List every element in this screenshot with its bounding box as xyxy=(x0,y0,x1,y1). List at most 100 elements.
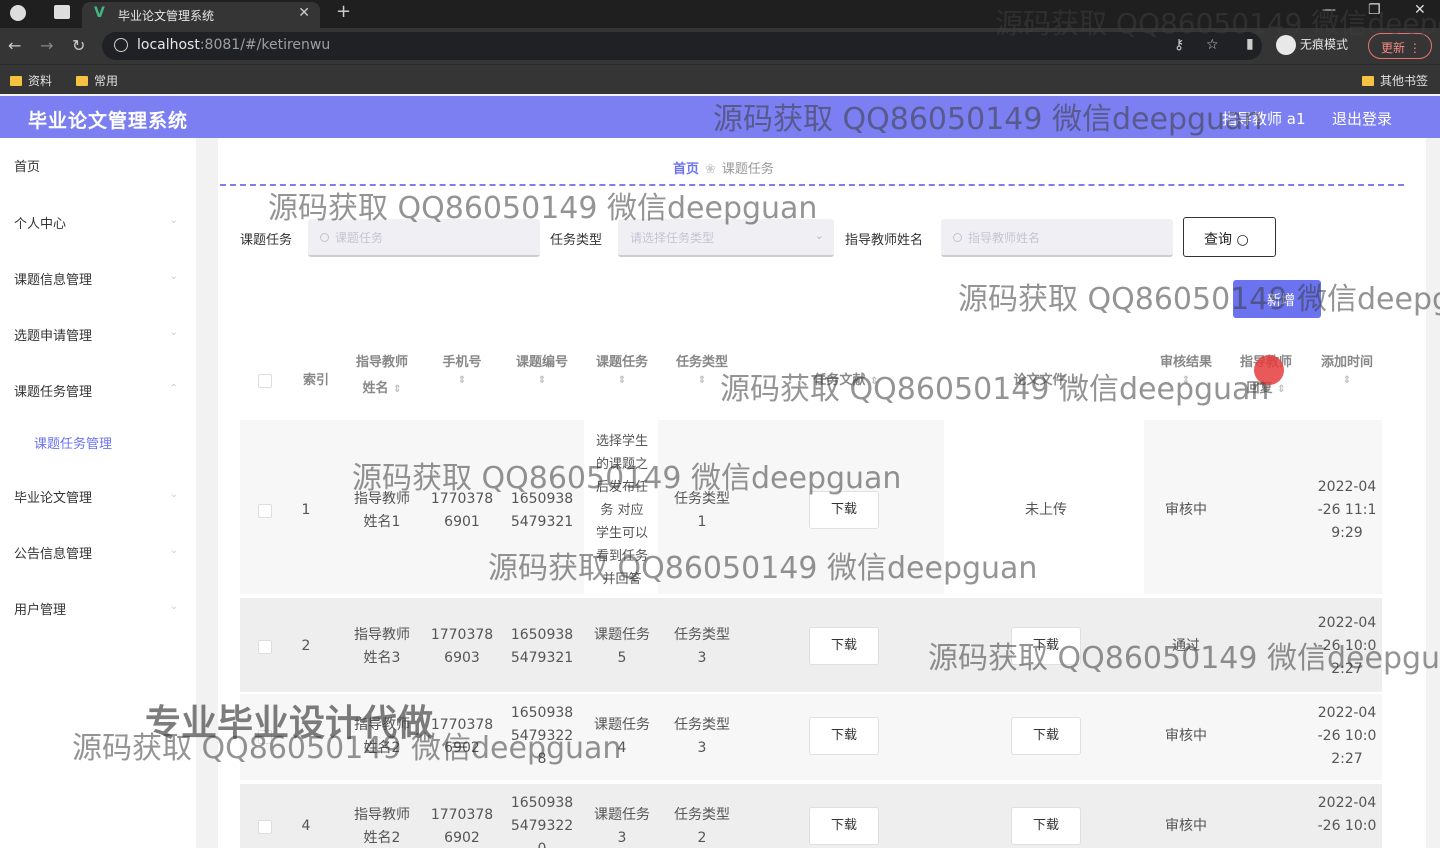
column-header-phone[interactable]: 手机号 ⇕ xyxy=(430,350,494,386)
row-teacher: 指导教师 姓名2 xyxy=(354,807,410,846)
column-header-file1[interactable]: 任务文献 ⇕ xyxy=(798,368,894,395)
tab-search-icon[interactable] xyxy=(54,5,70,19)
new-tab-button[interactable]: + xyxy=(336,1,351,22)
row-review: 审核中 xyxy=(1165,818,1207,834)
row-task: 课题任务 5 xyxy=(594,627,650,666)
column-header-type[interactable]: 任务类型 ⇕ xyxy=(670,350,734,386)
forward-icon[interactable]: → xyxy=(40,36,53,55)
row-code: 1650938 5479321 xyxy=(510,627,574,666)
bookmark-folder-changyong[interactable]: 常用 xyxy=(76,72,118,89)
row-time: 2022-04 -26 10:0 xyxy=(1317,795,1377,834)
row-code: 1650938 5479322 8 xyxy=(510,705,574,767)
select-all-checkbox[interactable] xyxy=(258,374,272,388)
sidebar-item-topic-info[interactable]: 课题信息管理 ⌄ xyxy=(14,269,182,288)
add-button[interactable]: 新增 xyxy=(1233,280,1321,318)
update-button[interactable]: 更新 ⋮ xyxy=(1368,33,1432,59)
download-paper-button[interactable]: 下载 xyxy=(1011,627,1081,665)
column-header-index: 索引 xyxy=(302,373,329,388)
site-info-icon[interactable] xyxy=(114,38,128,52)
breadcrumb: 首页 ❀ 课题任务 xyxy=(673,158,774,177)
sidebar-item-notice[interactable]: 公告信息管理 ⌄ xyxy=(14,543,182,562)
tab-close-icon[interactable]: ✕ xyxy=(298,5,310,21)
type-filter-label: 任务类型 xyxy=(550,233,603,248)
browser-tab[interactable]: V 毕业论文管理系统 ✕ xyxy=(82,2,320,28)
row-checkbox[interactable] xyxy=(258,640,272,654)
sidebar-toggle-icon[interactable]: ▮ xyxy=(1246,36,1254,52)
breadcrumb-home[interactable]: 首页 xyxy=(673,162,699,177)
column-header-time[interactable]: 添加时间 ⇕ xyxy=(1314,350,1380,386)
browser-menu-icon[interactable] xyxy=(10,5,26,21)
chevron-down-icon: ⌄ xyxy=(814,229,824,242)
row-type: 任务类型 2 xyxy=(674,807,730,846)
bookmark-star-icon[interactable]: ☆ xyxy=(1206,37,1219,53)
sort-icon: ⇕ xyxy=(537,375,547,386)
url-field[interactable]: localhost:8081/#/ketirenwu ⚷ ☆ xyxy=(102,32,1262,60)
row-checkbox[interactable] xyxy=(258,730,272,744)
sidebar-item-topic-task[interactable]: 课题任务管理 ⌃ xyxy=(14,381,182,400)
sidebar-item-home[interactable]: 首页 xyxy=(14,156,182,175)
bookmarks-bar: 资料 常用 其他书签 xyxy=(0,64,1440,94)
row-teacher: 指导教师 姓名3 xyxy=(354,627,410,666)
back-icon[interactable]: ← xyxy=(8,36,21,55)
folder-icon xyxy=(1362,76,1374,86)
browser-address-bar: ← → ↻ localhost:8081/#/ketirenwu ⚷ ☆ ▮ 无… xyxy=(0,28,1440,64)
chevron-up-icon: ⌃ xyxy=(169,383,178,394)
query-button[interactable]: 查询 ○ xyxy=(1183,217,1276,257)
divider xyxy=(220,184,1404,186)
teacher-filter-input[interactable]: 指导教师姓名 xyxy=(941,219,1173,257)
window-close-icon[interactable]: ✕ xyxy=(1414,2,1426,18)
column-header-code[interactable]: 课题编号 ⇕ xyxy=(510,350,574,386)
app-header: 毕业论文管理系统 指导教师 a1 退出登录 xyxy=(0,96,1440,138)
chevron-down-icon: ⌄ xyxy=(169,215,178,226)
column-header-review[interactable]: 审核结果 ⇕ xyxy=(1154,350,1218,386)
row-type: 任务类型 3 xyxy=(674,627,730,666)
incognito-icon xyxy=(1276,35,1296,55)
sidebar: 首页 个人中心 ⌄ 课题信息管理 ⌄ 选题申请管理 ⌄ 课题任务管理 ⌃ 课题任务管理 … xyxy=(0,138,196,848)
sidebar-item-users[interactable]: 用户管理 ⌄ xyxy=(14,599,182,618)
row-phone: 1770378 6902 xyxy=(430,807,494,846)
row-phone: 1770378 6903 xyxy=(430,627,494,666)
sidebar-item-profile[interactable]: 个人中心 ⌄ xyxy=(14,213,182,232)
sort-icon: ⇕ xyxy=(697,375,707,386)
row-review: 审核中 xyxy=(1165,728,1207,744)
task-filter-input[interactable]: 课题任务 xyxy=(308,219,540,257)
row-checkbox[interactable] xyxy=(258,504,272,518)
row-phone: 1770378 6902 xyxy=(430,717,494,756)
row-time: 2022-04 -26 10:0 2:27 xyxy=(1317,615,1377,677)
chevron-down-icon: ⌄ xyxy=(169,327,178,338)
column-header-file2[interactable]: 论文文件 ⇕ xyxy=(998,368,1094,395)
column-header-teacher[interactable]: 指导教师 姓名 ⇕ xyxy=(350,350,414,403)
sidebar-subitem-topic-task[interactable]: 课题任务管理 xyxy=(34,433,112,452)
download-task-file-button[interactable]: 下载 xyxy=(809,717,879,755)
main-content: 首页 ❀ 课题任务 课题任务 课题任务 任务类型 请选择任务类型 ⌄ 指导教师姓名 指… xyxy=(218,138,1426,848)
logout-button[interactable]: 退出登录 xyxy=(1332,108,1392,129)
minimize-icon[interactable]: — xyxy=(1322,2,1336,18)
row-code: 1650938 5479321 xyxy=(510,491,574,530)
bookmark-folder-ziliao[interactable]: 资料 xyxy=(10,72,52,89)
key-icon[interactable]: ⚷ xyxy=(1174,37,1184,53)
sidebar-item-thesis[interactable]: 毕业论文管理 ⌄ xyxy=(14,487,182,506)
url-text: localhost:8081/#/ketirenwu xyxy=(137,37,331,53)
vue-logo-icon: V xyxy=(94,5,105,21)
row-task: 课题任务 3 xyxy=(594,807,650,846)
column-header-task[interactable]: 课题任务 ⇕ xyxy=(590,350,654,386)
sidebar-item-topic-apply[interactable]: 选题申请管理 ⌄ xyxy=(14,325,182,344)
chevron-down-icon: ⌄ xyxy=(169,601,178,612)
chevron-down-icon: ⌄ xyxy=(169,271,178,282)
app-brand: 毕业论文管理系统 xyxy=(28,110,189,132)
other-bookmarks[interactable]: 其他书签 xyxy=(1362,72,1428,89)
download-task-file-button[interactable]: 下载 xyxy=(809,627,879,665)
row-type: 任务类型 3 xyxy=(674,717,730,756)
download-task-file-button[interactable]: 下载 xyxy=(809,491,879,529)
download-task-file-button[interactable]: 下载 xyxy=(809,807,879,845)
tab-title: 毕业论文管理系统 xyxy=(118,9,215,23)
type-filter-select[interactable]: 请选择任务类型 ⌄ xyxy=(618,219,834,257)
maximize-icon[interactable]: ❐ xyxy=(1368,2,1381,18)
download-paper-button[interactable]: 下载 xyxy=(1011,717,1081,755)
reload-icon[interactable]: ↻ xyxy=(72,36,85,55)
row-teacher: 指导教师 姓名2 xyxy=(354,717,410,756)
download-paper-button[interactable]: 下载 xyxy=(1011,807,1081,845)
row-checkbox[interactable] xyxy=(258,820,272,834)
search-icon: ○ xyxy=(1236,232,1249,248)
incognito-indicator[interactable]: 无痕模式 xyxy=(1276,35,1348,55)
